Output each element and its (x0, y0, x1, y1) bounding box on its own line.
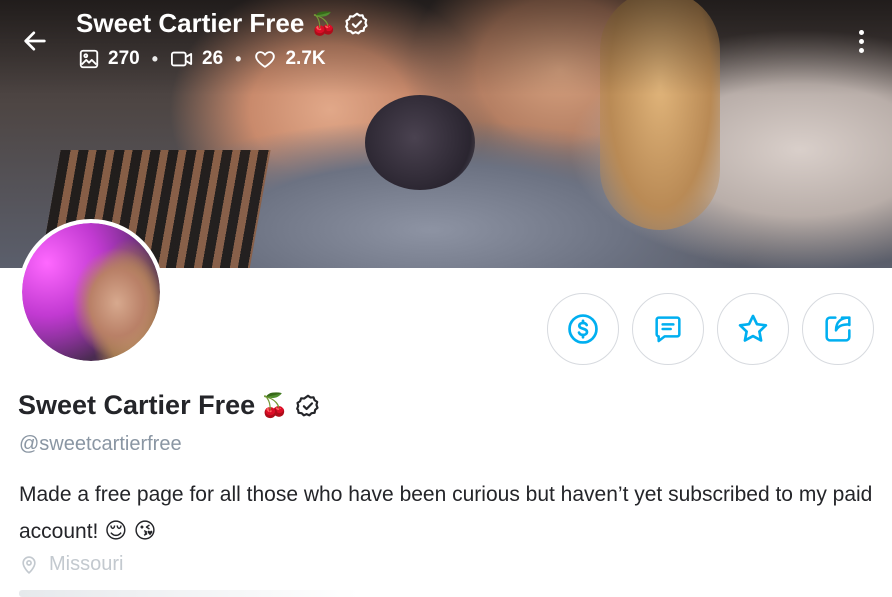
back-button[interactable] (16, 22, 54, 60)
bio-emojis: 😌 😘 (104, 518, 157, 543)
cover-image (0, 0, 892, 268)
star-icon (738, 314, 768, 342)
profile-location: Missouri (19, 553, 123, 576)
likes-stat: 2.7K (253, 48, 326, 70)
message-icon (655, 316, 681, 343)
profile-actions (547, 293, 874, 365)
videos-stat: 26 (170, 48, 223, 70)
video-icon (171, 51, 193, 67)
arrow-left-icon (24, 31, 46, 51)
stat-separator: • (235, 48, 242, 69)
videos-count: 26 (202, 48, 224, 69)
photos-stat: 270 (78, 48, 140, 70)
cherry-icon: 🍒 (310, 10, 338, 36)
more-dot (858, 38, 864, 44)
profile-stats: 270 • 26 • 2.7K (78, 48, 326, 70)
cherry-icon: 🍒 (260, 392, 289, 418)
verified-icon (344, 11, 370, 37)
favorite-button[interactable] (717, 293, 789, 365)
heart-icon (255, 51, 276, 68)
location-text: Missouri (49, 553, 124, 575)
stat-separator: • (151, 48, 159, 69)
truncated-content (19, 590, 359, 597)
share-icon (825, 316, 851, 342)
cover-title-text: Sweet Cartier Free (76, 8, 305, 38)
profile-name: Sweet Cartier Free 🍒 (18, 390, 321, 421)
likes-count: 2.7K (285, 48, 326, 69)
location-pin-icon (22, 555, 36, 574)
avatar[interactable] (18, 219, 164, 365)
message-button[interactable] (632, 293, 704, 365)
profile-name-text: Sweet Cartier Free (18, 390, 256, 420)
profile-handle[interactable]: @sweetcartierfree (19, 433, 182, 456)
cover-title: Sweet Cartier Free 🍒 (76, 8, 370, 39)
dollar-circle-icon (568, 314, 598, 344)
share-button[interactable] (802, 293, 874, 365)
tip-button[interactable] (547, 293, 619, 365)
profile-bio: Made a free page for all those who have … (19, 477, 879, 550)
photos-count: 270 (108, 48, 140, 69)
avatar-image (22, 223, 160, 361)
verified-icon (295, 393, 321, 419)
more-dot (858, 29, 864, 35)
image-icon (79, 49, 99, 69)
more-dot (858, 47, 864, 53)
more-options-button[interactable] (850, 24, 872, 58)
